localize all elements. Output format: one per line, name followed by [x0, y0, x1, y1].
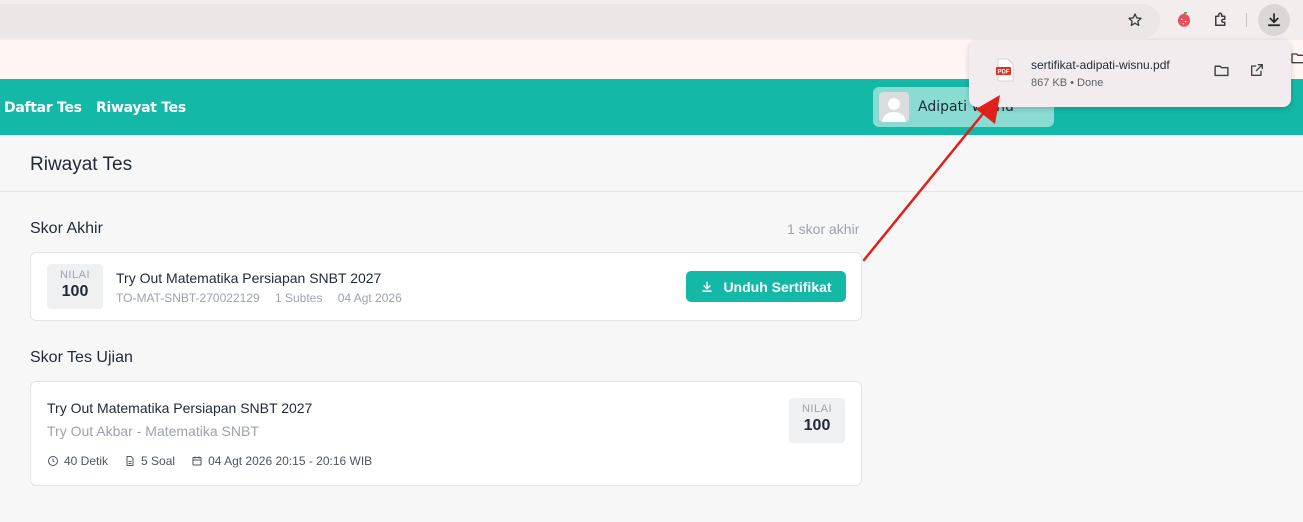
- subtest-count: 1 Subtes: [274, 291, 323, 305]
- duration-text: 40 Detik: [64, 454, 109, 468]
- score-label: NILAI: [801, 403, 832, 415]
- final-score-card: NILAI 100 Try Out Matematika Persiapan S…: [30, 252, 862, 321]
- download-icon: [702, 281, 713, 292]
- test-date: 04 Agt 2026: [337, 291, 402, 305]
- datetime-text: 04 Agt 2026 20:15 - 20:16 WIB: [208, 454, 373, 468]
- download-filename[interactable]: sertifikat-adipati-wisnu.pdf: [1031, 58, 1170, 72]
- star-icon[interactable]: [1123, 8, 1147, 32]
- pdf-label: PDF: [998, 70, 1010, 76]
- download-status: 867 KB • Done: [1031, 77, 1104, 89]
- questions-text: 5 Soal: [141, 454, 176, 468]
- exam-name: Try Out Matematika Persiapan SNBT 2027: [47, 400, 313, 416]
- page-title: Riwayat Tes: [30, 154, 133, 175]
- folder-icon[interactable]: [1290, 50, 1303, 71]
- exam-meta: 40 Detik 5 Soal 04 Agt 2026 20:15 - 20:1…: [47, 454, 388, 468]
- score-badge: NILAI 100: [789, 398, 845, 443]
- calendar-icon: [192, 456, 202, 466]
- nav-daftar-tes[interactable]: Daftar Tes: [4, 100, 82, 116]
- open-folder-icon[interactable]: [1211, 60, 1231, 80]
- page-title-bar: Riwayat Tes: [0, 135, 1303, 192]
- nav-riwayat-tes[interactable]: Riwayat Tes: [96, 100, 186, 116]
- avatar: [879, 92, 909, 122]
- toolbar-divider: [1246, 13, 1247, 27]
- puzzle-extension-icon[interactable]: [1209, 8, 1233, 32]
- download-certificate-button[interactable]: Unduh Sertifikat: [686, 271, 846, 302]
- download-popup: PDF sertifikat-adipati-wisnu.pdf 867 KB …: [969, 40, 1291, 107]
- address-bar[interactable]: [0, 4, 1160, 38]
- download-icon[interactable]: [1258, 4, 1290, 36]
- pdf-file-icon: PDF: [995, 58, 1015, 87]
- final-score-count: 1 skor akhir: [787, 221, 860, 237]
- document-icon: [126, 456, 134, 466]
- exam-score-heading: Skor Tes Ujian: [30, 349, 133, 366]
- open-external-icon[interactable]: [1247, 60, 1267, 80]
- clock-icon: [48, 456, 58, 466]
- test-code: TO-MAT-SNBT-270022129: [116, 291, 260, 305]
- final-score-heading: Skor Akhir: [30, 220, 103, 237]
- score-value: 100: [803, 417, 831, 434]
- download-certificate-label: Unduh Sertifikat: [723, 278, 832, 295]
- test-meta: TO-MAT-SNBT-270022129 1 Subtes 04 Agt 20…: [116, 291, 414, 305]
- score-label: NILAI: [59, 269, 90, 281]
- browser-toolbar: [0, 0, 1303, 40]
- questions-item: 5 Soal: [124, 454, 175, 468]
- exam-score-card[interactable]: Try Out Matematika Persiapan SNBT 2027 T…: [30, 381, 862, 486]
- exam-subtitle: Try Out Akbar - Matematika SNBT: [47, 423, 259, 439]
- fruit-extension-icon[interactable]: [1172, 8, 1196, 32]
- duration-item: 40 Detik: [47, 454, 108, 468]
- datetime-item: 04 Agt 2026 20:15 - 20:16 WIB: [191, 454, 372, 468]
- score-badge: NILAI 100: [47, 264, 103, 309]
- test-name: Try Out Matematika Persiapan SNBT 2027: [116, 270, 382, 286]
- score-value: 100: [61, 283, 89, 300]
